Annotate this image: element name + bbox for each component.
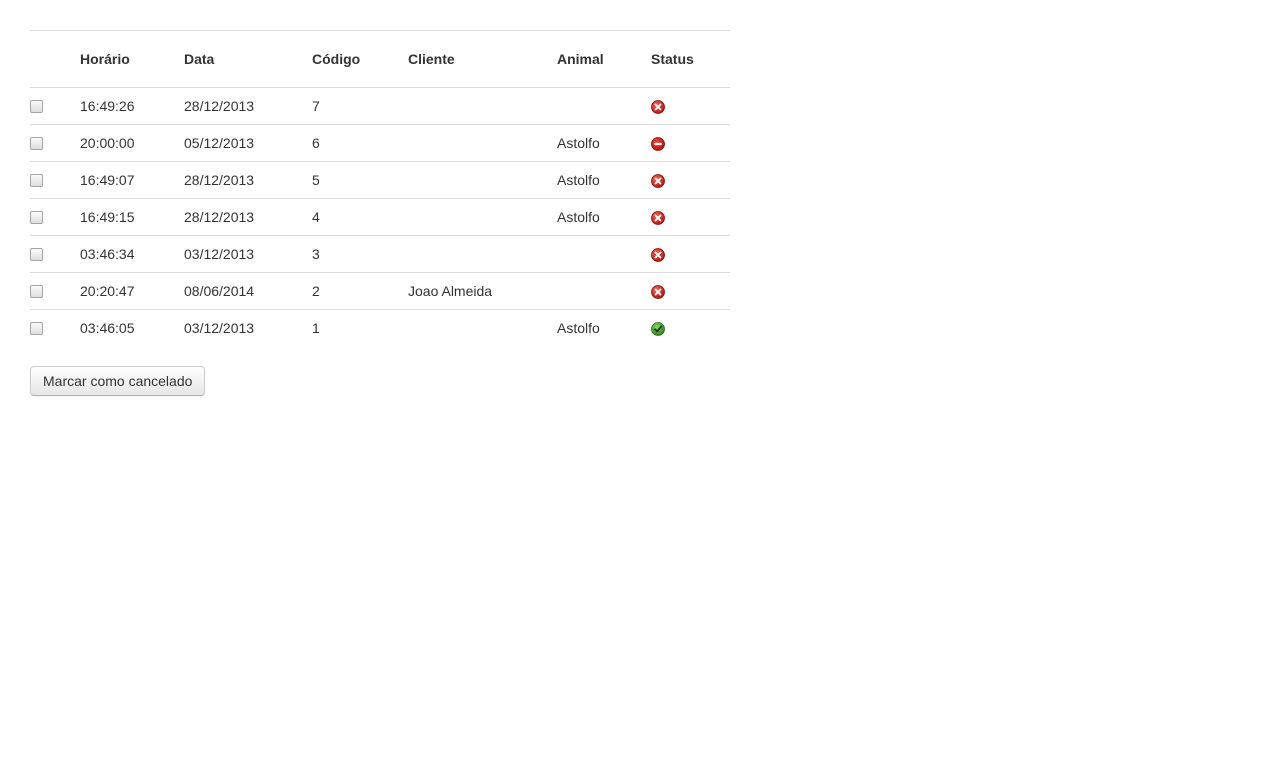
header-date: Data <box>184 30 312 88</box>
minus-circle-icon <box>651 137 665 152</box>
cell-client <box>408 198 557 236</box>
cell-client <box>408 87 557 125</box>
row-select-cell <box>30 272 80 310</box>
row-select-checkbox[interactable] <box>30 174 43 187</box>
table-header-row: Horário Data Código Cliente Animal Statu… <box>30 30 730 88</box>
cell-time: 16:49:26 <box>80 87 184 125</box>
cell-code: 2 <box>312 272 408 310</box>
check-icon <box>651 322 665 337</box>
cell-time: 20:00:00 <box>80 124 184 162</box>
cell-code: 4 <box>312 198 408 236</box>
row-select-checkbox[interactable] <box>30 100 43 113</box>
cell-status <box>651 310 730 347</box>
cell-date: 05/12/2013 <box>184 124 312 162</box>
cell-date: 28/12/2013 <box>184 161 312 199</box>
cancel-icon <box>651 174 665 189</box>
cell-client <box>408 161 557 199</box>
cell-code: 1 <box>312 320 320 336</box>
cell-client <box>408 310 557 347</box>
row-select-checkbox[interactable] <box>30 248 43 261</box>
cancel-icon <box>651 248 665 263</box>
cell-animal <box>557 235 651 273</box>
header-animal: Animal <box>557 30 651 88</box>
cell-status <box>651 272 730 310</box>
header-time: Horário <box>80 30 184 88</box>
cell-date: 28/12/2013 <box>184 198 312 236</box>
appointments-panel: Horário Data Código Cliente Animal Statu… <box>30 30 730 346</box>
cell-animal: Astolfo <box>557 198 651 236</box>
table-row: 03:46:05 03/12/2013 1 Astolfo <box>30 310 730 347</box>
cell-animal <box>557 87 651 125</box>
row-select-cell <box>30 161 80 199</box>
row-select-cell <box>30 235 80 273</box>
cell-animal <box>557 272 651 310</box>
cell-status <box>651 124 730 162</box>
table-row: 20:20:47 08/06/2014 2 Joao Almeida <box>30 272 730 310</box>
row-select-cell <box>30 124 80 162</box>
cell-date: 08/06/2014 <box>184 272 312 310</box>
cell-code: 3 <box>312 235 408 273</box>
header-code: Código <box>312 30 408 88</box>
cell-animal: Astolfo <box>557 161 651 199</box>
cell-time: 03:46:34 <box>80 235 184 273</box>
cell-code: 5 <box>312 161 408 199</box>
cell-client: Joao Almeida <box>408 272 557 310</box>
cell-time: 16:49:07 <box>80 161 184 199</box>
cell-animal: Astolfo <box>557 320 600 336</box>
cell-status <box>651 235 730 273</box>
cell-code: 7 <box>312 87 408 125</box>
cancel-icon <box>651 285 665 300</box>
row-select-cell <box>30 87 80 125</box>
cell-date: 03/12/2013 <box>184 320 255 336</box>
cancel-icon <box>651 100 665 115</box>
row-select-checkbox[interactable] <box>30 285 43 298</box>
mark-cancelled-button[interactable]: Marcar como cancelado <box>30 366 206 396</box>
row-select-checkbox[interactable] <box>30 211 43 224</box>
cell-time: 20:20:47 <box>80 272 184 310</box>
table-row: 03:46:34 03/12/2013 3 <box>30 235 730 273</box>
row-select-cell <box>30 310 80 347</box>
table-row: 20:00:00 05/12/2013 6 Astolfo <box>30 124 730 162</box>
header-status: Status <box>651 30 730 88</box>
row-select-cell <box>30 198 80 236</box>
table-row: 16:49:07 28/12/2013 5 Astolfo <box>30 161 730 199</box>
header-select <box>30 30 80 88</box>
table-row: 16:49:15 28/12/2013 4 Astolfo <box>30 198 730 236</box>
cell-status <box>651 87 730 125</box>
cell-code: 6 <box>312 124 408 162</box>
table-row: 16:49:26 28/12/2013 7 <box>30 87 730 125</box>
header-client: Cliente <box>408 30 557 88</box>
cell-animal: Astolfo <box>557 124 651 162</box>
cell-status <box>651 161 730 199</box>
row-select-checkbox[interactable] <box>30 137 43 150</box>
appointments-table: Horário Data Código Cliente Animal Statu… <box>30 30 730 346</box>
cell-date: 03/12/2013 <box>184 235 312 273</box>
cell-client <box>408 235 557 273</box>
cell-date: 28/12/2013 <box>184 87 312 125</box>
cell-time: 03:46:05 <box>80 320 135 336</box>
cell-status <box>651 198 730 236</box>
cancel-icon <box>651 211 665 226</box>
cell-time: 16:49:15 <box>80 198 184 236</box>
row-select-checkbox[interactable] <box>30 322 43 335</box>
cell-client <box>408 124 557 162</box>
